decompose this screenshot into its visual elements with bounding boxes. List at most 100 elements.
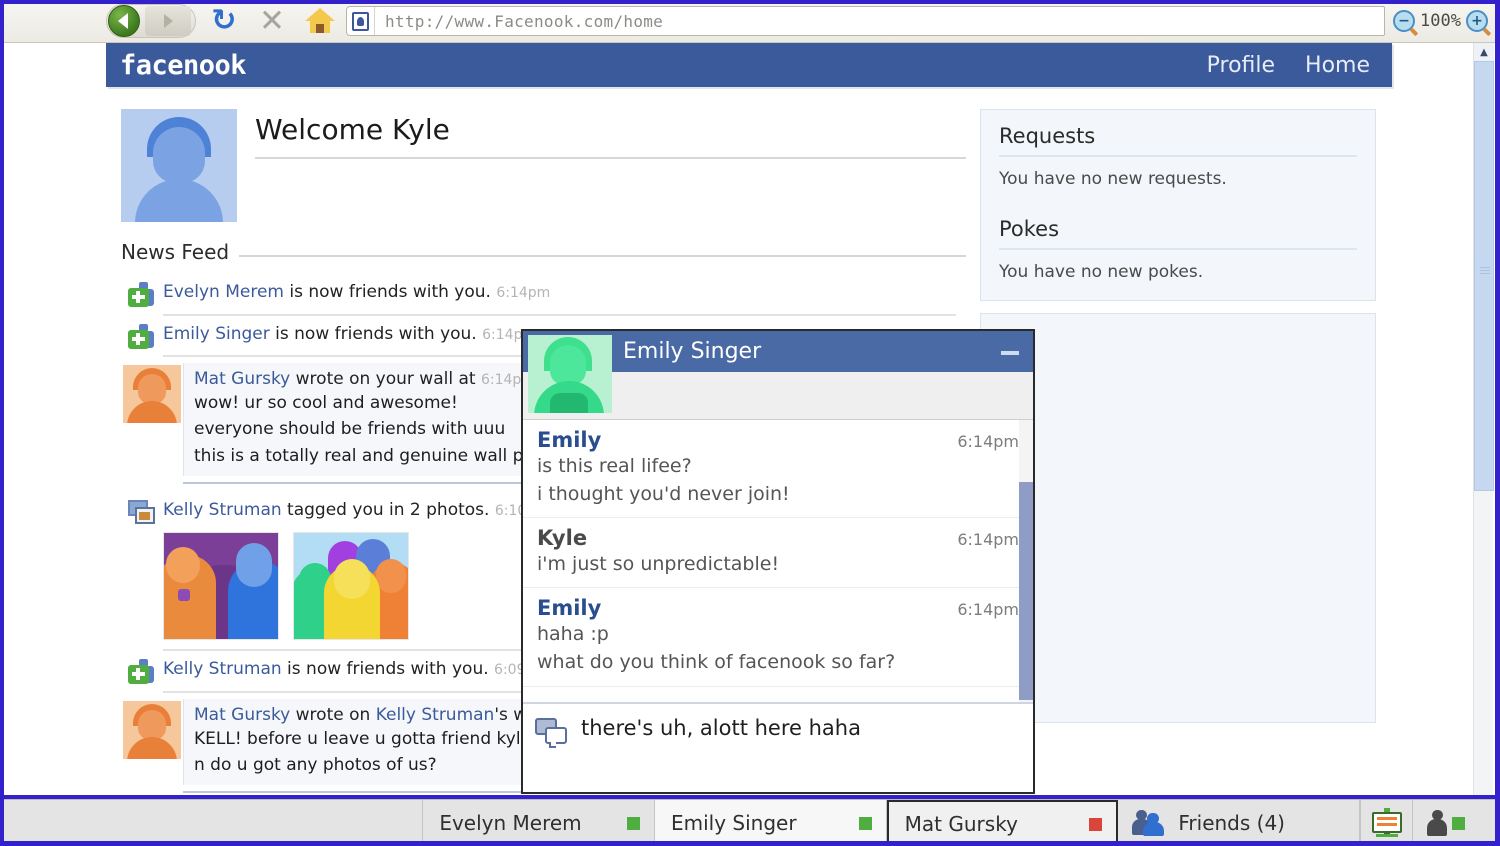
message-author: Kyle [537, 526, 588, 551]
photo-tag-icon [121, 498, 163, 525]
window-frame-bottom [0, 841, 1500, 846]
taskbar-tab-mat-gursky[interactable]: Mat Gursky [886, 800, 1119, 846]
minimize-button[interactable] [1001, 351, 1019, 355]
window-frame-left [0, 0, 4, 846]
page-title: Welcome Kyle [255, 113, 450, 146]
status-badge [627, 816, 640, 830]
address-bar[interactable]: http://www.Facenook.com/home [346, 6, 1386, 36]
feed-actor-name[interactable]: Kelly Struman [163, 500, 282, 520]
message-timestamp: 6:14pm [957, 432, 1019, 451]
feed-action-text: is now friends with you. [283, 282, 491, 302]
taskbar-tab-label: Evelyn Merem [439, 811, 582, 835]
reload-icon: ↻ [211, 3, 237, 38]
taskbar-tab-emily-singer[interactable]: Emily Singer [655, 800, 887, 846]
home-button[interactable] [300, 3, 340, 39]
news-feed-header: News Feed [121, 240, 966, 264]
feed-timestamp: 6:14pm [496, 285, 551, 301]
avatar-orange-icon [123, 700, 181, 759]
taskbar-tab-evelyn-merem[interactable]: Evelyn Merem [423, 800, 655, 846]
site-nav: Profile Home [1207, 53, 1392, 78]
photo-thumbnail[interactable] [163, 532, 279, 641]
forward-button[interactable] [145, 6, 191, 36]
zoom-in-button[interactable]: + [1466, 10, 1488, 32]
friends-icon [1132, 810, 1165, 836]
chat-input[interactable]: there's uh, alott here haha [569, 716, 861, 740]
feed-actor-name[interactable]: Mat Gursky [194, 705, 290, 725]
user-status-icon [1426, 810, 1447, 836]
nav-profile[interactable]: Profile [1207, 53, 1275, 78]
feed-timestamp: 6:14p [482, 326, 523, 343]
list-item[interactable]: Evelyn Merem is now friends with you. 6:… [121, 274, 966, 316]
page-scrollbar[interactable]: ▲ [1473, 43, 1494, 799]
stop-button[interactable]: ✕ [252, 3, 292, 39]
browser-window: ↻ ✕ http://www.Facenook.com/home − 100% … [0, 0, 1500, 846]
site-favicon-icon [347, 7, 375, 35]
chevron-left-icon [117, 13, 128, 29]
zoom-out-button[interactable]: − [1393, 10, 1416, 32]
avatar-orange-icon [123, 365, 181, 424]
system-tray [1360, 800, 1500, 846]
notifications-button[interactable] [1360, 800, 1412, 846]
welcome-column: Welcome Kyle [237, 109, 966, 222]
requests-empty-text: You have no new requests. [999, 169, 1227, 189]
feed-target-name[interactable]: Kelly Struman [376, 705, 495, 725]
photo-thumbnail[interactable] [293, 532, 409, 641]
requests-panel: Requests You have no new requests. Pokes… [980, 109, 1376, 301]
message-line: i thought you'd never join! [537, 483, 790, 506]
status-badge [1451, 816, 1465, 830]
friend-add-icon [121, 657, 163, 685]
home-icon [305, 8, 335, 34]
chat-message: Emily 6:14pm haha :p what do you think o… [523, 588, 1033, 687]
feed-actor-name[interactable]: Emily Singer [163, 324, 270, 344]
requests-title: Requests [999, 124, 1096, 148]
chevron-right-icon [163, 14, 173, 28]
chat-bubble-icon [535, 718, 569, 748]
friend-add-icon [121, 322, 163, 350]
avatar [121, 363, 183, 424]
scroll-up-icon[interactable]: ▲ [1474, 43, 1494, 61]
feed-action-text: tagged you in 2 photos. [281, 499, 490, 520]
chat-scrollbar[interactable] [1019, 420, 1033, 702]
panel-divider [999, 155, 1357, 157]
feed-action-text: is now friends with you. [281, 659, 489, 680]
welcome-row: Welcome Kyle [121, 109, 966, 222]
feed-actor-name[interactable]: Kelly Struman [163, 659, 282, 679]
scrollbar-thumb[interactable] [1474, 61, 1494, 491]
navigation-buttons: ↻ ✕ [106, 3, 340, 39]
feed-actor-name[interactable]: Evelyn Merem [163, 282, 284, 302]
chat-scrollbar-thumb[interactable] [1019, 482, 1033, 700]
reload-button[interactable]: ↻ [204, 3, 244, 39]
chat-contact-avatar [528, 335, 612, 413]
pokes-title: Pokes [999, 217, 1060, 241]
chat-message-list: Emily 6:14pm is this real lifee? i thoug… [523, 420, 1033, 702]
site-logo[interactable]: facenook [106, 50, 247, 81]
back-button[interactable] [108, 5, 140, 37]
url-text[interactable]: http://www.Facenook.com/home [375, 12, 1384, 31]
taskbar-spacer [0, 800, 424, 846]
feed-action-text: wrote on your wall at [290, 369, 481, 390]
friend-add-icon [121, 280, 163, 308]
window-frame-divider [0, 795, 1500, 799]
feed-actor-name[interactable]: Mat Gursky [194, 369, 290, 389]
title-divider [255, 157, 966, 159]
feed-divider [163, 313, 956, 316]
status-badge [858, 816, 872, 830]
profile-avatar[interactable] [121, 109, 237, 222]
feed-action-text: wrote on [290, 704, 376, 725]
user-status-button[interactable] [1412, 800, 1478, 846]
site-header: facenook Profile Home [106, 43, 1392, 87]
scrollbar-grip-icon [1480, 267, 1490, 275]
chat-window[interactable]: Emily Singer Emily 6:14pm is this real l… [521, 329, 1035, 794]
nav-home[interactable]: Home [1305, 53, 1370, 78]
taskbar: Evelyn Merem Emily Singer Mat Gursky Fri… [0, 799, 1500, 846]
close-icon: ✕ [259, 2, 285, 39]
zoom-controls: − 100% + [1393, 10, 1488, 32]
message-line: is this real lifee? [537, 455, 692, 477]
panel-divider [999, 248, 1357, 250]
window-frame-right [1495, 0, 1500, 846]
message-line: what do you think of facenook so far? [537, 651, 896, 674]
chat-input-area[interactable]: there's uh, alott here haha [523, 702, 1033, 792]
pokes-empty-text: You have no new pokes. [999, 262, 1204, 282]
message-author: Emily [537, 428, 602, 452]
friends-button[interactable]: Friends (4) [1118, 800, 1360, 846]
